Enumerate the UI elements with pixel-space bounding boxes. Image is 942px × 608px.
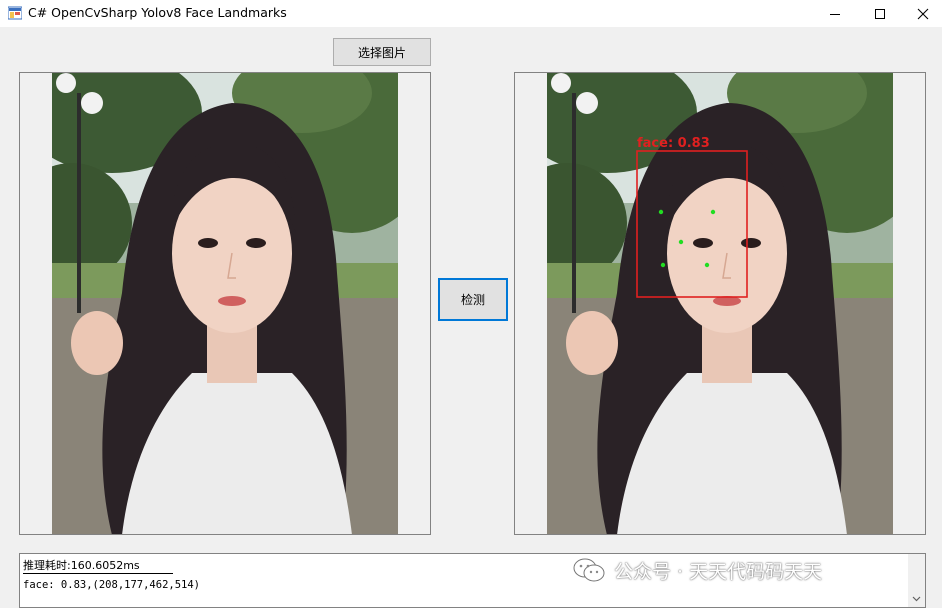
source-photo	[52, 73, 398, 534]
source-picture-box[interactable]	[19, 72, 431, 535]
landmark-mouth-right	[704, 262, 710, 268]
close-button[interactable]	[900, 0, 942, 27]
vertical-scrollbar[interactable]	[908, 554, 925, 607]
result-photo: face: 0.83	[547, 73, 893, 534]
landmark-mouth-left	[660, 262, 666, 268]
minimize-icon	[830, 13, 840, 15]
landmark-nose	[678, 239, 684, 245]
window-title: C# OpenCvSharp Yolov8 Face Landmarks	[28, 5, 287, 20]
maximize-icon	[875, 8, 885, 19]
output-divider	[23, 573, 173, 574]
maximize-button[interactable]	[857, 0, 903, 27]
app-icon	[8, 6, 22, 20]
minimize-button[interactable]	[812, 0, 858, 27]
select-image-button[interactable]: 选择图片	[333, 38, 431, 66]
landmark-right-eye	[710, 209, 716, 215]
watermark: 公众号 · 天天代码码天天	[572, 556, 822, 584]
wechat-icon	[573, 558, 605, 582]
watermark-text: 公众号 · 天天代码码天天	[614, 560, 823, 583]
close-icon	[917, 8, 929, 19]
detection-result-text: face: 0.83,(208,177,462,514)	[23, 579, 201, 591]
detect-button[interactable]: 检测	[438, 278, 508, 321]
title-bar[interactable]: C# OpenCvSharp Yolov8 Face Landmarks	[0, 0, 942, 27]
scroll-down-icon	[912, 596, 921, 602]
detection-label: face: 0.83	[637, 136, 710, 151]
inference-time-text: 推理耗时:160.6052ms	[23, 559, 140, 572]
result-picture-box[interactable]: face: 0.83	[514, 72, 926, 535]
app-window: C# OpenCvSharp Yolov8 Face Landmarks 选择图…	[0, 0, 942, 608]
landmark-left-eye	[658, 209, 664, 215]
